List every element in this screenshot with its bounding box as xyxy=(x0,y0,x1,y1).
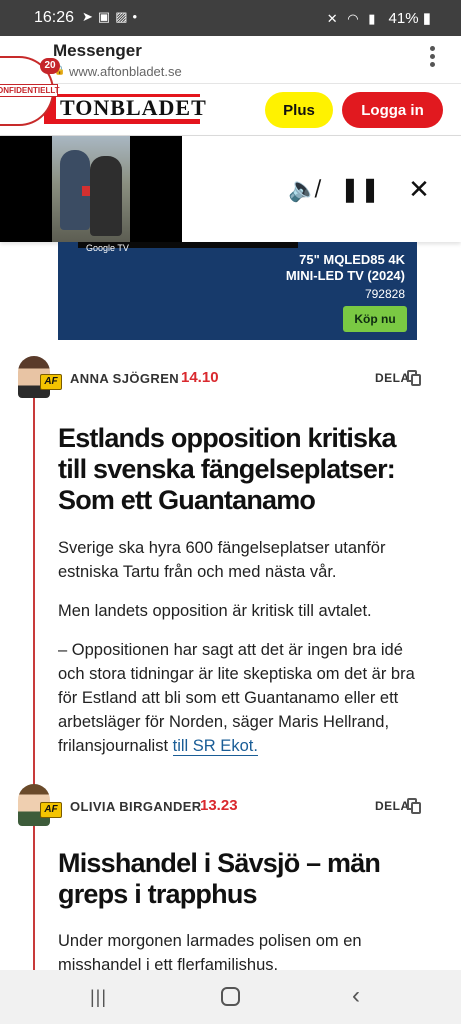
share-label[interactable]: DELA xyxy=(375,799,410,813)
video-thumbnail[interactable] xyxy=(0,136,182,242)
site-logo-text: TONBLADET xyxy=(56,97,206,119)
ad-model-name: 75" MQLED85 4K xyxy=(299,252,405,267)
post-header: AF ANNA SJÖGREN 14.10 DELA xyxy=(0,356,461,404)
system-nav-bar: ||| ‹ xyxy=(0,970,461,1024)
recents-icon[interactable]: ||| xyxy=(90,987,112,1007)
close-icon[interactable]: ✕ xyxy=(404,174,434,204)
ad-model: 75" MQLED85 4K MINI-LED TV (2024) xyxy=(286,252,405,284)
notification-icons: ➤▣▨• xyxy=(82,9,142,25)
chat-head[interactable]: ONFIDENTIELLT 20 xyxy=(0,48,60,132)
site-logo[interactable]: TONBLADET xyxy=(44,94,206,124)
avatar: AF xyxy=(16,784,62,826)
source-link[interactable]: till SR Ekot. xyxy=(172,737,258,756)
buy-now-button[interactable]: Köp nu xyxy=(343,306,407,332)
telegram-icon: ➤ xyxy=(82,9,98,24)
login-button[interactable]: Logga in xyxy=(342,92,443,128)
post-headline[interactable]: Estlands opposition kritiska till svensk… xyxy=(58,423,418,516)
more-vert-icon[interactable] xyxy=(425,44,439,74)
share-label[interactable]: DELA xyxy=(375,371,410,385)
ad-banner[interactable]: Google TV 75" MQLED85 4K MINI-LED TV (20… xyxy=(58,242,417,340)
signal-icons: ✕ ◠ ▮ xyxy=(326,11,379,26)
video-player-bar: 🔈̸ ❚❚ ✕ xyxy=(0,136,461,242)
battery-level: 41% xyxy=(388,10,419,27)
mute-icon[interactable]: 🔈̸ xyxy=(288,174,318,204)
post-paragraph: – Oppositionen har sagt att det är ingen… xyxy=(58,638,428,758)
ad-sku: 792828 xyxy=(364,287,405,301)
copy-icon[interactable] xyxy=(407,370,421,386)
url-display[interactable]: www.aftonbladet.se xyxy=(69,64,182,79)
status-time: 16:26 xyxy=(34,9,75,26)
dot-icon: • xyxy=(132,9,143,24)
chat-head-banner: ONFIDENTIELLT xyxy=(0,84,60,97)
post-time: 14.10 xyxy=(181,369,219,386)
af-badge-icon: AF xyxy=(40,374,62,390)
plus-button[interactable]: Plus xyxy=(265,92,333,128)
image-icon: ▨ xyxy=(115,9,133,24)
ad-model-subtitle: MINI-LED TV (2024) xyxy=(285,268,405,283)
avatar: AF xyxy=(16,356,62,398)
video-person xyxy=(90,156,122,236)
back-icon[interactable]: ‹ xyxy=(352,982,360,1010)
browser-bar: Messenger 🔒 www.aftonbladet.se xyxy=(0,36,461,84)
post-paragraph: Men landets opposition är kritisk till a… xyxy=(58,602,372,620)
app-title: Messenger xyxy=(53,41,142,60)
battery-icon: ▮ xyxy=(422,10,431,27)
pause-icon[interactable]: ❚❚ xyxy=(340,174,380,204)
home-icon[interactable] xyxy=(221,987,240,1006)
author-name: ANNA SJÖGREN xyxy=(70,371,180,386)
copy-icon[interactable] xyxy=(407,798,421,814)
gallery-icon: ▣ xyxy=(97,9,116,24)
chat-head-count: 20 xyxy=(40,58,60,74)
post-headline[interactable]: Misshandel i Sävsjö – män greps i trapph… xyxy=(58,848,418,910)
status-bar: 16:26 ➤▣▨• ✕ ◠ ▮ 41% ▮ xyxy=(0,0,461,36)
microphone-icon xyxy=(82,186,90,196)
timeline-line xyxy=(33,395,35,975)
status-right: ✕ ◠ ▮ 41% ▮ xyxy=(327,9,431,27)
site-header: TONBLADET Plus Logga in xyxy=(0,84,461,136)
post-header: AF OLIVIA BIRGANDER 13.23 DELA xyxy=(0,784,461,832)
post-paragraph: Sverige ska hyra 600 fängelseplatser uta… xyxy=(58,539,386,581)
google-tv-label: Google TV xyxy=(86,243,129,253)
author-name: OLIVIA BIRGANDER xyxy=(70,799,202,814)
af-badge-icon: AF xyxy=(40,802,62,818)
post-time: 13.23 xyxy=(200,797,238,814)
video-scene xyxy=(52,136,130,242)
